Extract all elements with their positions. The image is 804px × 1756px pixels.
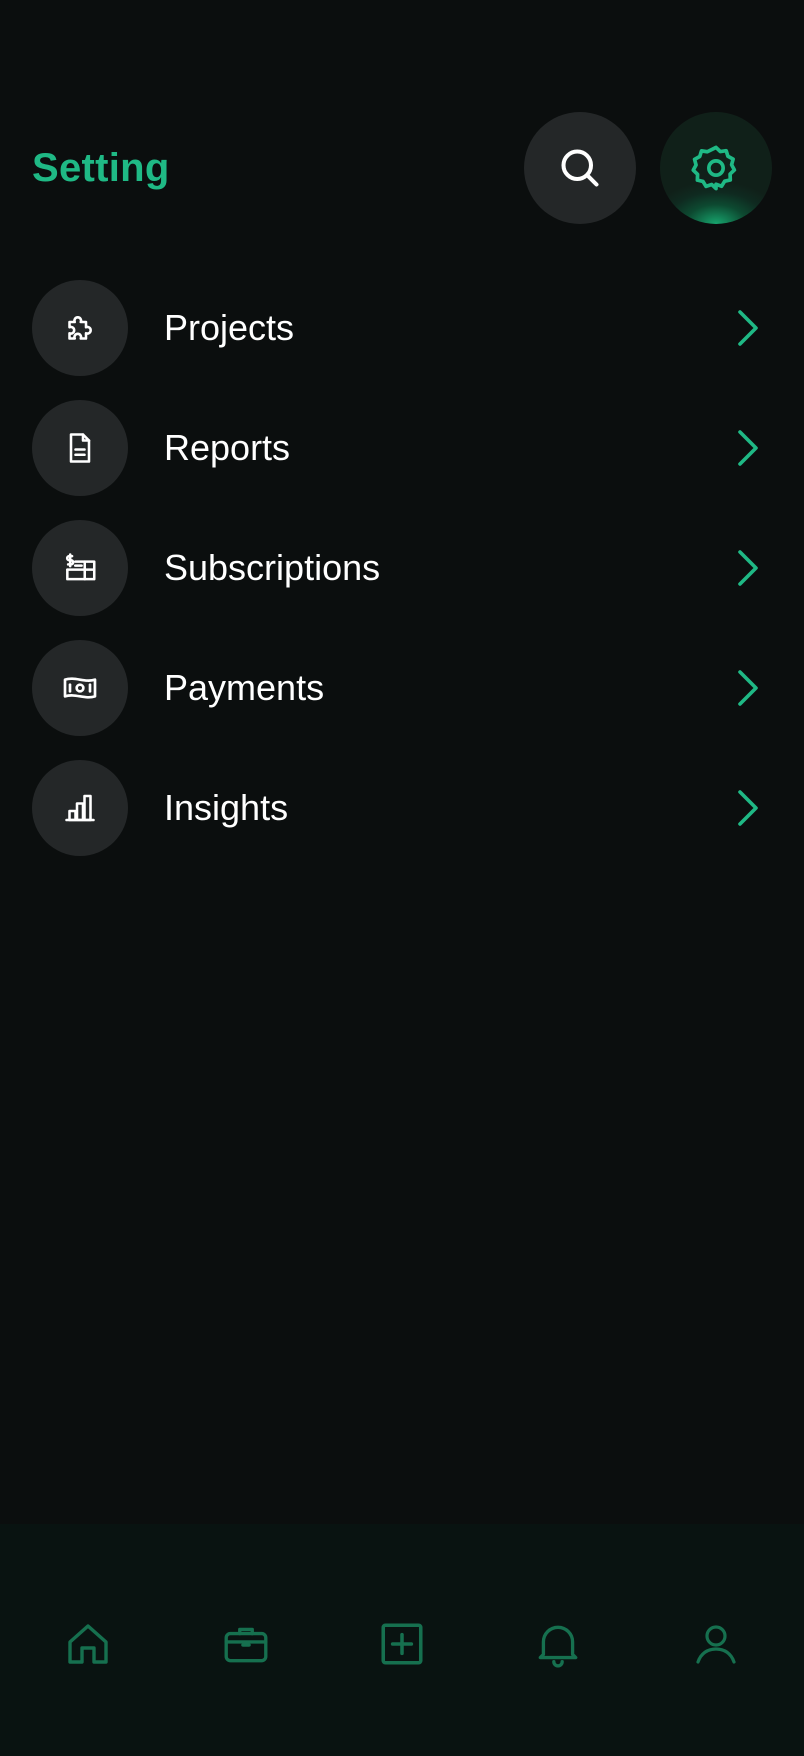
bottom-tab-bar [0,1524,804,1756]
search-button[interactable] [524,112,636,224]
tab-notifications[interactable] [518,1592,598,1696]
briefcase-icon [224,1627,268,1663]
chevron-right-icon [736,788,760,828]
tab-work[interactable] [206,1592,286,1696]
menu-item-label: Payments [164,667,325,708]
settings-button[interactable] [660,112,772,224]
menu-item-subscriptions[interactable]: Subscriptions [0,520,804,616]
page-title: Setting [32,146,170,190]
menu-item-label: Projects [164,307,295,348]
document-icon [32,400,128,496]
home-icon [68,1624,108,1664]
menu-item-reports[interactable]: Reports [0,400,804,496]
search-icon [561,149,599,187]
chevron-right-icon [736,548,760,588]
header: Setting [0,112,804,224]
menu-item-payments[interactable]: Payments [0,640,804,736]
tab-home[interactable] [48,1592,128,1696]
chevron-right-icon [736,308,760,348]
gear-icon [691,145,737,191]
chevron-right-icon [736,428,760,468]
menu-item-projects[interactable]: Projects [0,280,804,376]
menu-item-label: Subscriptions [164,547,381,588]
chevron-right-icon [736,668,760,708]
bar-chart-icon [32,760,128,856]
settings-menu: Projects Reports Subscriptions Payments … [0,280,804,880]
banknote-icon [32,640,128,736]
menu-item-insights[interactable]: Insights [0,760,804,856]
tab-profile[interactable] [676,1592,756,1696]
bell-icon [538,1625,578,1668]
receipt-icon [32,520,128,616]
add-square-icon [381,1623,423,1665]
user-icon [696,1625,736,1664]
menu-item-label: Reports [164,427,291,468]
menu-item-label: Insights [164,787,289,828]
puzzle-icon [32,280,128,376]
settings-screen: Setting Projects Reports Subscriptions P… [0,0,804,1756]
tab-add[interactable] [362,1592,442,1696]
